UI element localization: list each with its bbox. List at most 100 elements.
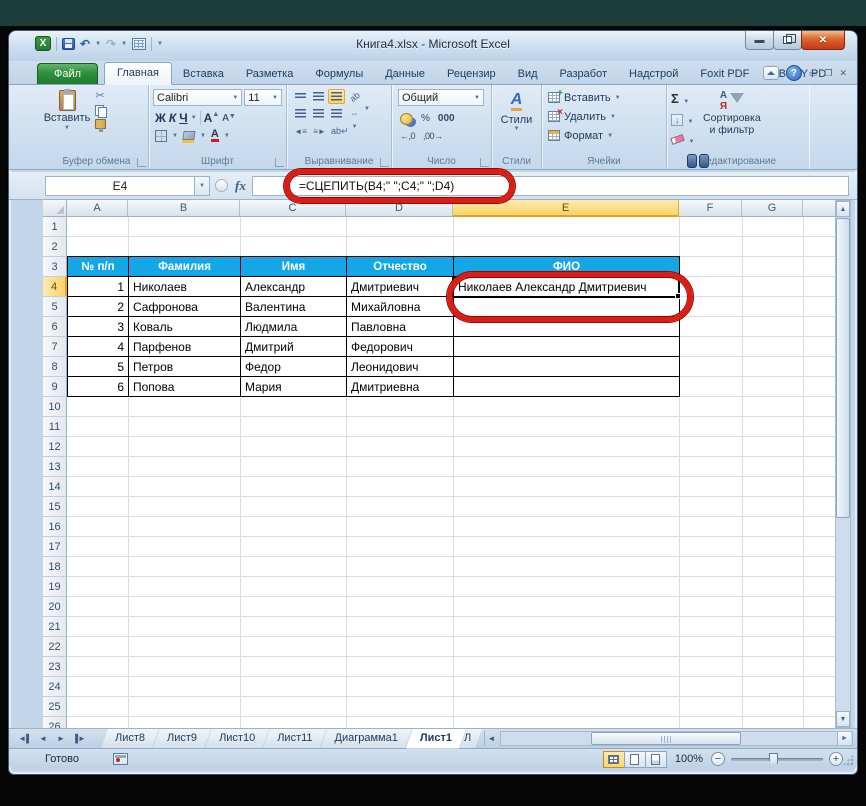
workbook-restore-icon[interactable]: ❐ [824,68,832,79]
scroll-up-icon[interactable]: ▲ [836,201,850,217]
column-header-F[interactable]: F [679,200,742,217]
format-cells-button[interactable]: Формат ▼ [544,126,664,145]
cell-D8[interactable]: Леонидович [346,356,454,377]
cell-E9[interactable] [453,376,680,397]
paste-dropdown-icon[interactable]: ▼ [64,125,70,131]
row-header-25[interactable]: 25 [43,697,67,717]
table-header-cell[interactable]: Отчество [346,256,454,277]
cell-D9[interactable]: Дмитриевна [346,376,454,397]
font-color-icon[interactable]: А [210,129,219,142]
cell-C8[interactable]: Федор [240,356,347,377]
next-sheet-icon[interactable]: ► [53,731,69,746]
sheet-tab-Лист10[interactable]: Лист10 [205,729,269,749]
fill-color-icon[interactable] [182,131,196,140]
normal-view-button[interactable] [602,750,625,768]
number-dialog-launcher[interactable] [480,158,489,167]
delete-cells-button[interactable]: × Удалить ▼ [544,107,664,126]
row-header-5[interactable]: 5 [43,297,67,317]
cut-icon[interactable]: ✂ [95,91,106,102]
column-header-C[interactable]: C [240,200,346,217]
cell-D4[interactable]: Дмитриевич [346,276,454,297]
sheet-tab-Лист1[interactable]: Лист1 [406,729,466,749]
wrap-dropdown-icon[interactable]: ▼ [352,124,358,139]
restore-button[interactable] [773,31,802,50]
tab-Формулы[interactable]: Формулы [304,64,374,84]
font-size-select[interactable]: 11 ▼ [244,89,282,106]
tab-Foxit PDF[interactable]: Foxit PDF [689,64,760,84]
formula-input[interactable]: =СЦЕПИТЬ(B4;" ";C4;" ";D4) [251,175,849,196]
cell-B5[interactable]: Сафронова [128,296,241,317]
insert-function-icon[interactable]: fx [235,178,246,194]
last-sheet-icon[interactable]: ▐► [71,731,87,746]
cell-A7[interactable]: 4 [67,336,129,357]
align-bottom-icon[interactable] [328,89,345,104]
column-header-B[interactable]: B [128,200,240,217]
cell-D6[interactable]: Павловна [346,316,454,337]
cell-E6[interactable] [453,316,680,337]
workbook-close-icon[interactable]: ✕ [839,68,847,79]
align-top-icon[interactable] [292,89,309,104]
tab-scroll-divider-icon[interactable]: ◄ [483,731,498,746]
clipboard-dialog-launcher[interactable] [137,158,146,167]
column-header-G[interactable]: G [742,200,803,217]
merge-dropdown-icon[interactable]: ▼ [364,106,370,121]
cell-E4[interactable]: Николаев Александр Дмитриевич [453,276,680,297]
row-header-14[interactable]: 14 [43,477,67,497]
tab-Рецензир[interactable]: Рецензир [436,64,507,84]
row-header-9[interactable]: 9 [43,377,67,397]
cell-A8[interactable]: 5 [67,356,129,377]
vertical-scroll-thumb[interactable] [836,218,850,518]
tab-Надстрой[interactable]: Надстрой [618,64,689,84]
workbook-minimize-icon[interactable]: ▭ [809,68,818,79]
scroll-down-icon[interactable]: ▼ [836,711,850,727]
insert-dropdown-icon[interactable]: ▼ [615,95,621,101]
styles-button[interactable]: А Стили ▼ [494,88,539,133]
row-header-23[interactable]: 23 [43,657,67,677]
cell-B7[interactable]: Парфенов [128,336,241,357]
close-button[interactable]: ✕ [801,31,845,50]
delete-dropdown-icon[interactable]: ▼ [610,114,616,120]
row-header-24[interactable]: 24 [43,677,67,697]
increase-indent-icon[interactable]: ≡► [311,124,328,139]
increase-decimal-icon[interactable]: ←,0 [400,131,416,141]
font-name-select[interactable]: Calibri ▼ [153,89,243,106]
column-header-D[interactable]: D [346,200,453,217]
cell-A4[interactable]: 1 [67,276,129,297]
sheet-tab-Лист8[interactable]: Лист8 [101,729,159,749]
select-all-corner[interactable] [43,200,67,217]
cell-B9[interactable]: Попова [128,376,241,397]
accounting-format-icon[interactable] [400,112,413,125]
horizontal-scrollbar[interactable]: ► [499,731,853,746]
cell-B8[interactable]: Петров [128,356,241,377]
tab-Разработ[interactable]: Разработ [549,64,618,84]
tab-Вставка[interactable]: Вставка [172,64,235,84]
tab-Файл[interactable]: Файл [37,63,99,84]
sort-filter-button[interactable]: АЯ Сортировка и фильтр [701,88,763,136]
tab-Вид[interactable]: Вид [507,64,549,84]
cell-A9[interactable]: 6 [67,376,129,397]
name-box[interactable]: E4 [45,175,195,196]
row-header-2[interactable]: 2 [43,237,67,257]
alignment-dialog-launcher[interactable] [380,158,389,167]
cell-A5[interactable]: 2 [67,296,129,317]
borders-dropdown-icon[interactable]: ▼ [172,133,178,139]
row-header-18[interactable]: 18 [43,557,67,577]
help-icon[interactable]: ? [785,65,802,81]
column-header-E[interactable]: E [453,200,679,217]
styles-dropdown-icon[interactable]: ▼ [514,126,520,132]
fill-button[interactable]: ↓ ▼ [671,110,694,128]
format-dropdown-icon[interactable]: ▼ [607,133,613,139]
clear-button[interactable]: ▼ [670,130,694,148]
grow-font-button[interactable]: А▲ [204,111,220,125]
decrease-indent-icon[interactable]: ◄≡ [292,124,309,139]
row-header-11[interactable]: 11 [43,417,67,437]
cell-B6[interactable]: Коваль [128,316,241,337]
font-dialog-launcher[interactable] [275,158,284,167]
table-header-cell[interactable]: Имя [240,256,347,277]
fill-handle[interactable] [675,293,681,299]
cell-B4[interactable]: Николаев [128,276,241,297]
macro-record-icon[interactable] [112,753,128,765]
cell-E7[interactable] [453,336,680,357]
zoom-slider-thumb[interactable] [769,752,778,766]
resize-grip[interactable] [842,754,854,766]
